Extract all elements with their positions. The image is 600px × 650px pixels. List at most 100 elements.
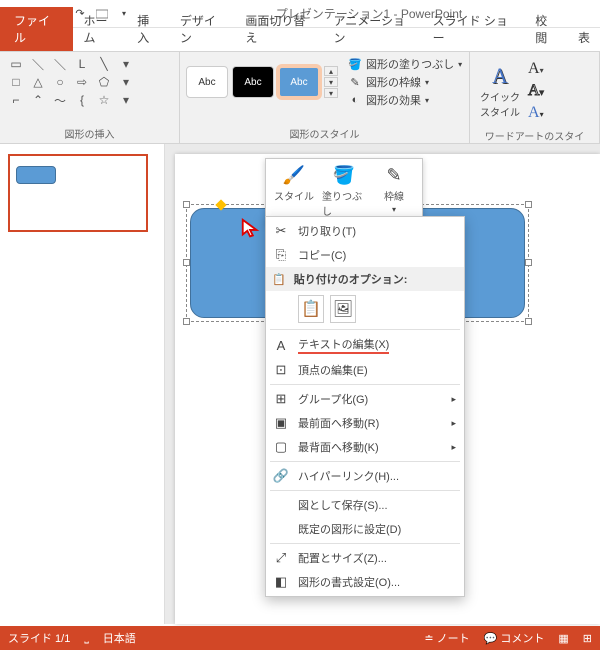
shape-icon[interactable]: ╲ (94, 56, 114, 72)
ribbon: ▭＼＼L╲▾ □△○⇨⬠▾ ⌐⌃～{☆▾ 図形の挿入 Abc Abc Abc ▴… (0, 52, 600, 144)
text-effects-icon[interactable]: A▾ (528, 104, 544, 122)
points-icon: ⊡ (272, 362, 290, 378)
resize-handle[interactable] (183, 201, 190, 208)
resize-handle[interactable] (525, 318, 532, 325)
text-fill-icon[interactable]: A▾ (528, 60, 544, 78)
shape-icon[interactable]: △ (28, 74, 48, 90)
copy-icon: ⎘ (272, 247, 290, 263)
shape-icon[interactable]: ▾ (116, 92, 136, 108)
shape-icon[interactable]: ☆ (94, 92, 114, 108)
tab-design[interactable]: デザイン (170, 7, 235, 51)
notes-button[interactable]: ≐ ノート (424, 630, 469, 646)
shape-icon[interactable]: { (72, 92, 92, 108)
group-label: ワードアートのスタイ (476, 126, 593, 143)
shape-icon[interactable]: □ (6, 74, 26, 90)
ctx-size-pos[interactable]: ⤢配置とサイズ(Z)... (266, 546, 464, 570)
group-icon: ⊞ (272, 391, 290, 407)
group-insert-shapes: ▭＼＼L╲▾ □△○⇨⬠▾ ⌐⌃～{☆▾ 図形の挿入 (0, 52, 180, 143)
styles-up-icon[interactable]: ▴ (324, 66, 338, 76)
spellcheck-icon[interactable]: ⎵ (84, 632, 88, 645)
wordart-a-icon[interactable]: A (492, 63, 508, 89)
resize-handle[interactable] (525, 201, 532, 208)
tab-file[interactable]: ファイル (0, 7, 73, 51)
style-preset[interactable]: Abc (186, 66, 228, 98)
styles-more-icon[interactable]: ▾ (324, 88, 338, 98)
status-bar: スライド 1/1 ⎵ 日本語 ≐ ノート 💬 コメント ▦ ⊞ (0, 626, 600, 650)
ctx-bring-front: ▣最前面へ移動(R)▸ (266, 411, 464, 435)
back-icon: ▢ (272, 439, 290, 455)
style-preset-selected[interactable]: Abc (278, 66, 320, 98)
styles-down-icon[interactable]: ▾ (324, 77, 338, 87)
resize-handle[interactable] (525, 259, 532, 266)
shape-icon[interactable]: ⌃ (28, 92, 48, 108)
ctx-save-as-pic[interactable]: 図として保存(S)... (266, 493, 464, 517)
tab-animation[interactable]: アニメーション (324, 7, 423, 51)
group-label: 図形のスタイル (186, 124, 463, 141)
view-sorter-icon[interactable]: ⊞ (583, 632, 592, 645)
cursor-icon (240, 218, 262, 240)
group-label: 図形の挿入 (6, 124, 173, 141)
separator (270, 329, 460, 330)
tab-slideshow[interactable]: スライド ショー (423, 7, 526, 51)
ctx-group: ⊞グループ化(G)▸ (266, 387, 464, 411)
style-preset[interactable]: Abc (232, 66, 274, 98)
bucket-icon: 🪣 (333, 165, 355, 186)
tab-transition[interactable]: 画面切り替え (235, 7, 323, 51)
format-icon: ◧ (272, 574, 290, 590)
adjust-handle[interactable] (215, 199, 226, 210)
shape-icon[interactable]: ▾ (116, 56, 136, 72)
ribbon-tabs: ファイル ホーム 挿入 デザイン 画面切り替え アニメーション スライド ショー… (0, 28, 600, 52)
shape-effects-menu[interactable]: ◐図形の効果▾ (348, 92, 462, 108)
separator (270, 490, 460, 491)
paste-option-2[interactable]: 🖼 (330, 295, 356, 323)
mini-toolbar: 🖌️スタイル 🪣塗りつぶし ✎枠線▾ (265, 158, 423, 225)
mini-outline-button[interactable]: ✎枠線▾ (370, 163, 418, 220)
ctx-format[interactable]: ◧図形の書式設定(O)... (266, 570, 464, 594)
shape-icon[interactable]: ＼ (50, 56, 70, 72)
paintbrush-icon: 🖌️ (283, 165, 305, 186)
quick-style-label: クイック スタイル (480, 89, 520, 119)
separator (270, 543, 460, 544)
comments-button[interactable]: 💬 コメント (484, 630, 545, 646)
mini-fill-button[interactable]: 🪣塗りつぶし (320, 163, 368, 220)
shape-icon[interactable]: L (72, 56, 92, 72)
ctx-paste-header: 📋貼り付けのオプション: (266, 267, 464, 291)
shape-fill-menu[interactable]: 🪣図形の塗りつぶし▾ (348, 56, 462, 72)
ctx-cut[interactable]: ✂切り取り(T) (266, 219, 464, 243)
shape-icon[interactable]: ～ (50, 92, 70, 108)
resize-handle[interactable] (183, 318, 190, 325)
slide-thumbnail[interactable] (8, 154, 148, 232)
ctx-hyperlink[interactable]: 🔗ハイパーリンク(H)... (266, 464, 464, 488)
shape-icon[interactable]: ⌐ (6, 92, 26, 108)
shape-icon[interactable]: ⬠ (94, 74, 114, 90)
tab-view[interactable]: 表 (568, 24, 600, 51)
tab-insert[interactable]: 挿入 (127, 7, 170, 51)
mini-style-button[interactable]: 🖌️スタイル (270, 163, 318, 220)
clipboard-icon: 📋 (272, 274, 286, 286)
shape-icon[interactable]: ▾ (116, 74, 136, 90)
separator (270, 384, 460, 385)
ctx-edit-text[interactable]: Aテキストの編集(X) (266, 332, 464, 358)
shape-icon[interactable]: ▭ (6, 56, 26, 72)
separator (270, 461, 460, 462)
context-menu: ✂切り取り(T) ⎘コピー(C) 📋貼り付けのオプション: 📋 🖼 Aテキストの… (265, 216, 465, 597)
shape-outline-menu[interactable]: ✎図形の枠線▾ (348, 74, 462, 90)
pen-icon: ✎ (348, 75, 362, 89)
ctx-copy[interactable]: ⎘コピー(C) (266, 243, 464, 267)
shape-icon[interactable]: ＼ (28, 56, 48, 72)
scissors-icon: ✂ (272, 223, 290, 239)
ctx-edit-points[interactable]: ⊡頂点の編集(E) (266, 358, 464, 382)
tab-review[interactable]: 校閲 (525, 7, 568, 51)
text-outline-icon[interactable]: A▾ (528, 82, 544, 100)
resize-handle[interactable] (183, 259, 190, 266)
front-icon: ▣ (272, 415, 290, 431)
group-shape-styles: Abc Abc Abc ▴ ▾ ▾ 🪣図形の塗りつぶし▾ ✎図形の枠線▾ ◐図形… (180, 52, 470, 143)
shape-icon[interactable]: ○ (50, 74, 70, 90)
paste-option-1[interactable]: 📋 (298, 295, 324, 323)
view-normal-icon[interactable]: ▦ (558, 632, 568, 645)
shape-icon[interactable]: ⇨ (72, 74, 92, 90)
status-language[interactable]: 日本語 (103, 630, 136, 646)
shapes-gallery[interactable]: ▭＼＼L╲▾ □△○⇨⬠▾ ⌐⌃～{☆▾ (6, 56, 173, 108)
tab-home[interactable]: ホーム (73, 7, 127, 51)
ctx-set-default[interactable]: 既定の図形に設定(D) (266, 517, 464, 541)
